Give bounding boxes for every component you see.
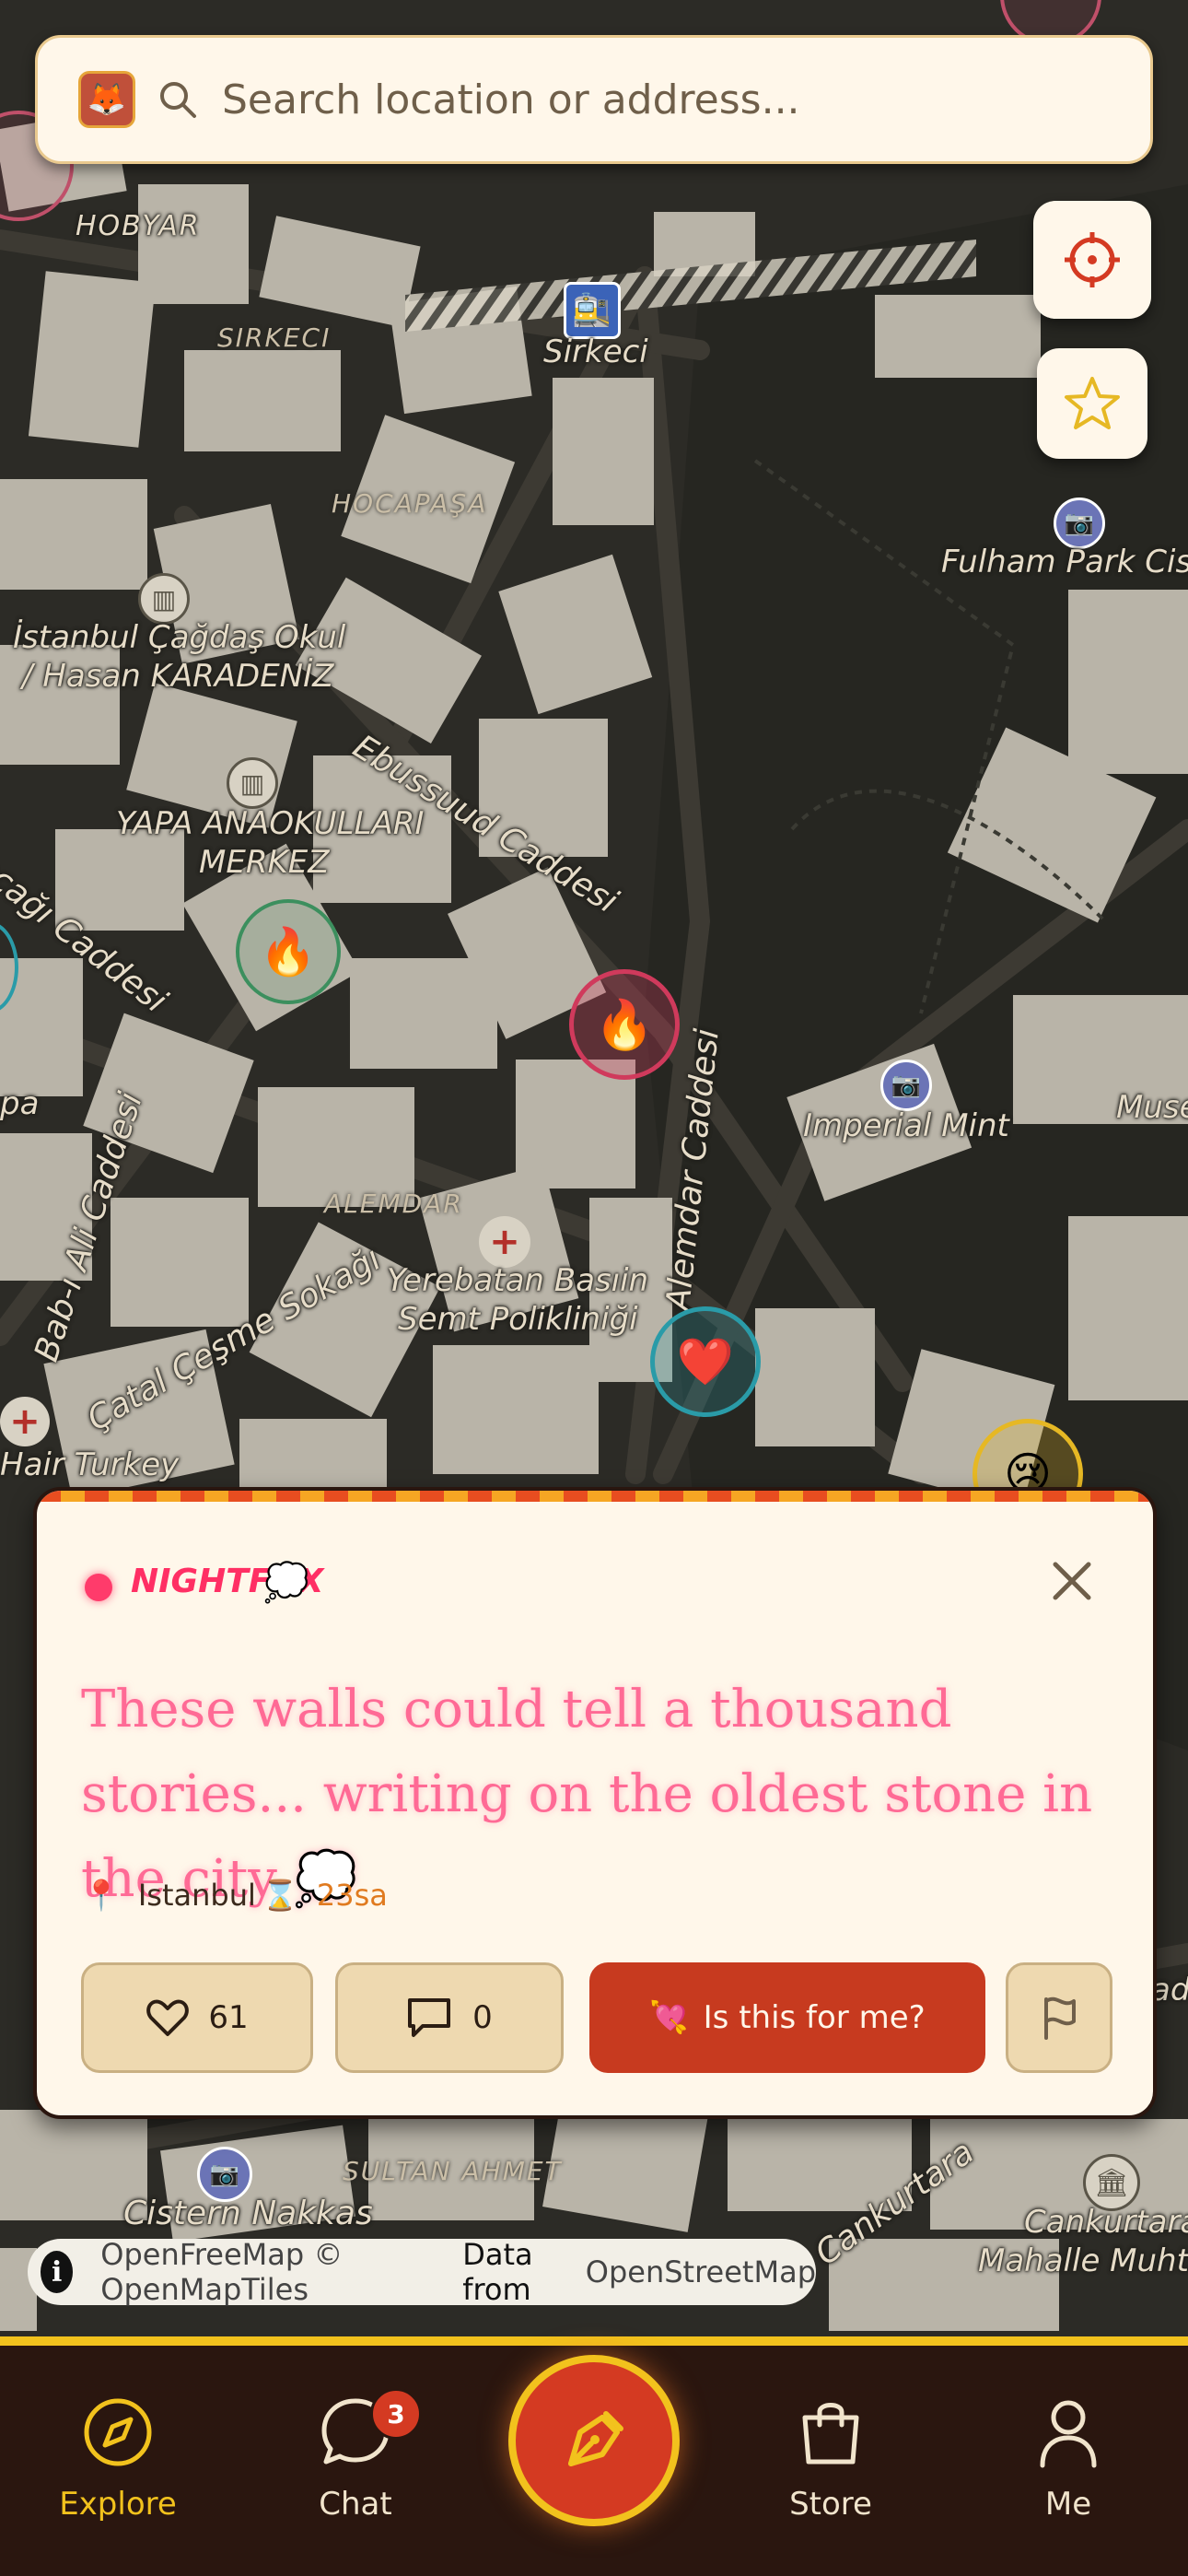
chat-unread-badge: 3 (370, 2388, 422, 2440)
map-label-imperial-mint: Imperial Mint (803, 1107, 1009, 1144)
nav-explore[interactable]: Explore (44, 2395, 192, 2523)
camera-poi-icon[interactable]: 📷 (197, 2147, 252, 2202)
flag-icon (1044, 1996, 1076, 2040)
search-icon (160, 82, 196, 118)
map-label-hobyar: HOBYAR (76, 210, 201, 242)
attribution-openstreetmap[interactable]: OpenStreetMap (586, 2254, 816, 2289)
map-label-muse: Muse (1116, 1089, 1188, 1126)
attribution-openfreemap[interactable]: OpenFreeMap © OpenMapTiles (100, 2237, 453, 2307)
star-icon (1065, 377, 1120, 429)
map-label-school2-line2: MERKEZ (199, 844, 330, 881)
report-button[interactable] (1006, 1962, 1112, 2073)
location-text: Istanbul (137, 1878, 256, 1913)
time-left: 23sa (316, 1878, 388, 1913)
map-label-cankurtaran2: Mahalle Muhta (978, 2242, 1188, 2279)
cupid-heart-icon: 💘 (649, 1999, 689, 2036)
post-timer: ⌛ 23sa (262, 1878, 388, 1913)
map-attribution[interactable]: i OpenFreeMap © OpenMapTiles Data from O… (28, 2237, 816, 2307)
comment-count: 0 (472, 1999, 493, 2036)
camera-poi-icon[interactable]: 📷 (880, 1060, 932, 1111)
post-pin-fire[interactable]: 🔥 (569, 969, 680, 1080)
map-label-clinic-line1: Yerebatan Basıin (387, 1262, 649, 1299)
person-icon (1040, 2400, 1097, 2468)
search-bar[interactable]: 🦊 Search location or address... (35, 35, 1153, 164)
crosshair-icon (1065, 232, 1120, 287)
location-pin-icon: 📍 (83, 1878, 120, 1913)
search-input[interactable]: Search location or address... (222, 76, 800, 123)
map-label-hair: Hair Turkey (0, 1446, 180, 1483)
like-button[interactable]: 61 (81, 1962, 313, 2073)
thought-bubble-icon: 💭 (263, 1562, 309, 1604)
nav-explore-label: Explore (59, 2486, 177, 2523)
post-location: 📍 Istanbul (83, 1878, 256, 1913)
nav-me[interactable]: Me (995, 2395, 1142, 2523)
card-decor-stripe (37, 1491, 1153, 1502)
hourglass-icon: ⌛ (262, 1878, 298, 1913)
comment-icon (408, 1998, 451, 2037)
map-label-pa: pa (0, 1085, 40, 1122)
nav-store-label: Store (789, 2486, 872, 2523)
comment-button[interactable]: 0 (335, 1962, 564, 2073)
close-icon[interactable] (1046, 1555, 1098, 1607)
post-card: NIGHTFOX 💭 These walls could tell a thou… (33, 1487, 1157, 2119)
nav-chat-label: Chat (319, 2486, 392, 2523)
map-label-clinic-line2: Semt Polikliniği (398, 1301, 638, 1338)
create-post-button[interactable] (508, 2355, 680, 2526)
map-label-sirkeci-station: Sirkeci (543, 334, 648, 370)
clinic-poi-icon[interactable]: + (479, 1216, 530, 1268)
map-label-school2-line1: YAPA ANAOKULLARI (116, 805, 425, 842)
nav-store[interactable]: Store (757, 2395, 904, 2523)
train-station-icon[interactable]: 🚉 (564, 282, 621, 339)
online-indicator (85, 1574, 112, 1601)
camera-poi-icon[interactable]: 📷 (1054, 498, 1105, 549)
info-icon[interactable]: i (41, 2251, 74, 2293)
map-label-school1-line1: İstanbul Çağdaş Okul (13, 619, 346, 656)
shopping-bag-icon (802, 2403, 859, 2465)
museum-poi-icon[interactable]: 🏛 (1083, 2154, 1140, 2211)
map-label-alemdar-district: ALEMDAR (324, 1188, 463, 1219)
map-label-cistern: Cistern Nakkas (123, 2195, 373, 2232)
map-label-sirkeci-district: SIRKECI (217, 322, 332, 353)
pen-nib-icon (568, 2411, 623, 2466)
compass-icon (84, 2398, 152, 2466)
map-label-cankurtaran1: Cankurtaran (1024, 2204, 1188, 2241)
post-pin-heart[interactable]: ❤️ (650, 1306, 761, 1417)
avatar[interactable]: 🦊 (78, 71, 135, 128)
favorites-button[interactable] (1037, 348, 1147, 459)
map-label-fulham: Fulham Park Ciste (941, 544, 1188, 580)
clinic-poi-icon[interactable]: + (0, 1397, 50, 1446)
map-label-hocapasa: HOCAPAŞA (332, 488, 488, 519)
attribution-data-from: Data from (462, 2237, 533, 2307)
map-label-sultanahmet: SULTAN AHMET (343, 2156, 563, 2186)
match-button[interactable]: 💘 Is this for me? (589, 1962, 985, 2073)
match-label: Is this for me? (703, 1999, 926, 2036)
heart-icon (146, 1999, 190, 2036)
school-poi-icon[interactable]: ▥ (138, 573, 190, 625)
map-label-ad: ad (1151, 1972, 1188, 2008)
post-pin-fire[interactable]: 🔥 (236, 899, 341, 1004)
map-label-school1-line2: / Hasan KARADENİZ (22, 658, 334, 695)
like-count: 61 (208, 1999, 249, 2036)
locate-me-button[interactable] (1033, 201, 1151, 319)
school-poi-icon[interactable]: ▥ (227, 757, 278, 809)
nav-me-label: Me (1044, 2486, 1092, 2523)
